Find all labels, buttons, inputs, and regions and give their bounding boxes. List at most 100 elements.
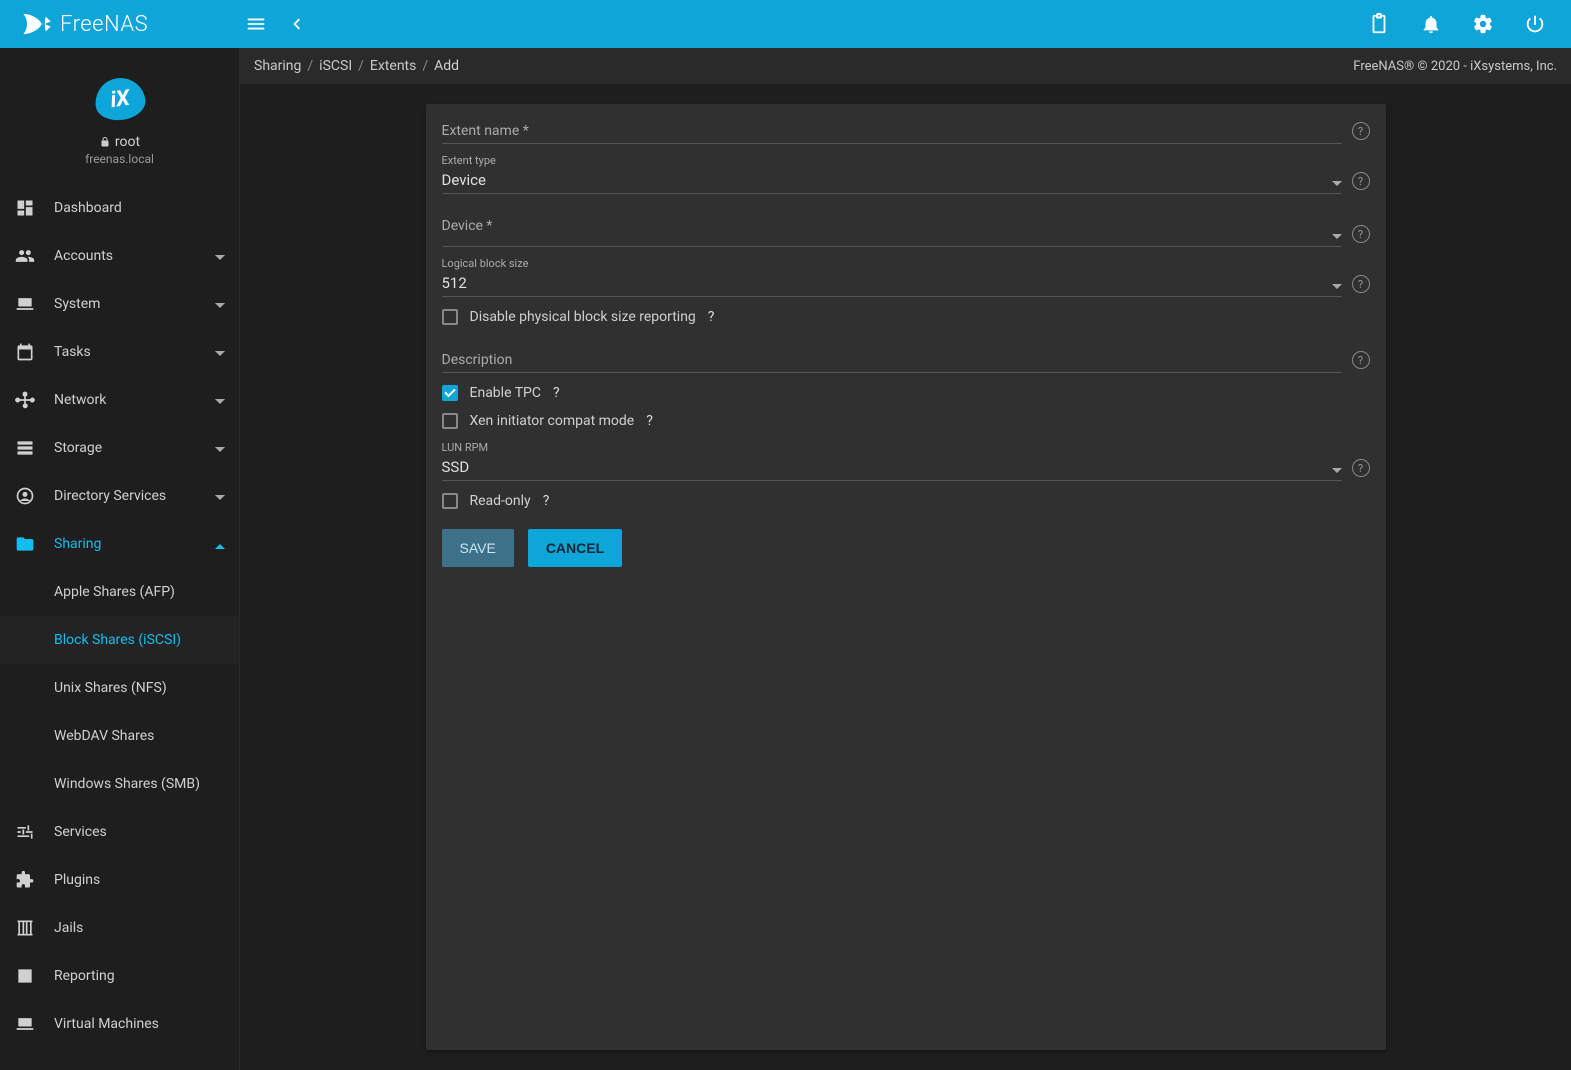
device-select[interactable]: [442, 238, 1342, 247]
enable-tpc-label: Enable TPC: [470, 385, 542, 401]
sidebar-item-label: Tasks: [54, 344, 197, 360]
account-user-label: root: [115, 134, 140, 150]
chart-icon: [14, 965, 36, 987]
sidebar-item-label: Jails: [54, 920, 225, 936]
breadcrumb: Sharing / iSCSI / Extents / Add FreeNAS®…: [240, 48, 1571, 84]
settings-icon[interactable]: [1467, 8, 1499, 40]
disable-pbs-label: Disable physical block size reporting: [470, 309, 696, 325]
help-icon[interactable]: ?: [1352, 459, 1370, 477]
read-only-label: Read-only: [470, 493, 531, 509]
sidebar-item-reporting[interactable]: Reporting: [0, 952, 239, 1000]
menu-toggle-icon[interactable]: [240, 8, 272, 40]
logical-block-size-label: Logical block size: [442, 257, 1342, 270]
sidebar-item-directory-services[interactable]: Directory Services: [0, 472, 239, 520]
sidebar-item-system[interactable]: System: [0, 280, 239, 328]
sidebar-item-label: Plugins: [54, 872, 225, 888]
freenas-logo-icon: [12, 7, 52, 41]
power-icon[interactable]: [1519, 8, 1551, 40]
enable-tpc-checkbox[interactable]: [442, 385, 458, 401]
chevron-left-icon[interactable]: [280, 8, 312, 40]
sidebar-sub-webdav-shares[interactable]: WebDAV Shares: [0, 712, 239, 760]
help-icon[interactable]: ?: [553, 385, 560, 401]
help-icon[interactable]: ?: [708, 309, 715, 325]
breadcrumb-extents[interactable]: Extents: [370, 58, 416, 74]
sidebar-item-virtual-machines[interactable]: Virtual Machines: [0, 1000, 239, 1048]
chevron-up-icon: [215, 539, 225, 549]
contacts-icon: [14, 485, 36, 507]
sidebar-item-label: Storage: [54, 440, 197, 456]
help-icon[interactable]: ?: [1352, 275, 1370, 293]
lun-rpm-label: LUN RPM: [442, 441, 1342, 454]
help-icon[interactable]: ?: [1352, 351, 1370, 369]
sidebar-item-label: Services: [54, 824, 225, 840]
form-card: Extent name * ? Extent type Device ?: [426, 104, 1386, 1050]
product-name: FreeNAS: [60, 12, 148, 37]
extension-icon: [14, 869, 36, 891]
xen-compat-checkbox[interactable]: [442, 413, 458, 429]
sidebar-sub-apple-shares[interactable]: Apple Shares (AFP): [0, 568, 239, 616]
sidebar: iX root freenas.local Dashboard Accounts…: [0, 48, 240, 1070]
ix-logo-icon: iX: [92, 75, 147, 124]
extent-type-select[interactable]: Device: [442, 167, 1342, 194]
top-header: FreeNAS: [0, 0, 1571, 48]
help-icon[interactable]: ?: [1352, 225, 1370, 243]
sidebar-item-tasks[interactable]: Tasks: [0, 328, 239, 376]
description-label: Description: [442, 352, 1342, 373]
copyright: FreeNAS® © 2020 - iXsystems, Inc.: [1353, 59, 1557, 74]
help-icon[interactable]: ?: [543, 493, 550, 509]
chevron-down-icon: [215, 251, 225, 261]
lock-icon: [99, 136, 111, 148]
sidebar-item-dashboard[interactable]: Dashboard: [0, 184, 239, 232]
device-label: Device *: [442, 218, 1342, 238]
people-icon: [14, 245, 36, 267]
sidebar-item-label: Accounts: [54, 248, 197, 264]
notifications-icon[interactable]: [1415, 8, 1447, 40]
save-button[interactable]: SAVE: [442, 529, 514, 567]
breadcrumb-sharing[interactable]: Sharing: [254, 58, 301, 74]
sidebar-item-label: Sharing: [54, 536, 197, 552]
sidebar-sub-unix-shares[interactable]: Unix Shares (NFS): [0, 664, 239, 712]
chevron-down-icon: [215, 443, 225, 453]
clipboard-icon[interactable]: [1363, 8, 1395, 40]
account-user: root: [99, 134, 140, 150]
cancel-button[interactable]: CANCEL: [528, 529, 622, 567]
logical-block-size-select[interactable]: 512: [442, 270, 1342, 297]
extent-type-label: Extent type: [442, 154, 1342, 167]
tune-icon: [14, 821, 36, 843]
sidebar-item-storage[interactable]: Storage: [0, 424, 239, 472]
xen-compat-label: Xen initiator compat mode: [470, 413, 635, 429]
sidebar-sub-windows-shares[interactable]: Windows Shares (SMB): [0, 760, 239, 808]
help-icon[interactable]: ?: [1352, 122, 1370, 140]
laptop-icon: [14, 1013, 36, 1035]
sidebar-item-network[interactable]: Network: [0, 376, 239, 424]
dashboard-icon: [14, 197, 36, 219]
sidebar-item-label: Reporting: [54, 968, 225, 984]
read-only-checkbox[interactable]: [442, 493, 458, 509]
disable-pbs-checkbox[interactable]: [442, 309, 458, 325]
chevron-down-icon: [215, 395, 225, 405]
breadcrumb-add: Add: [434, 58, 459, 74]
sidebar-item-label: System: [54, 296, 197, 312]
lun-rpm-select[interactable]: SSD: [442, 454, 1342, 481]
sidebar-item-accounts[interactable]: Accounts: [0, 232, 239, 280]
sidebar-item-label: Virtual Machines: [54, 1016, 225, 1032]
sidebar-sub-block-shares[interactable]: Block Shares (iSCSI): [0, 616, 239, 664]
chevron-down-icon: [215, 347, 225, 357]
dropdown-arrow-icon: [1332, 234, 1342, 239]
chevron-down-icon: [215, 299, 225, 309]
sidebar-item-sharing[interactable]: Sharing: [0, 520, 239, 568]
storage-icon: [14, 437, 36, 459]
jail-icon: [14, 917, 36, 939]
account-host: freenas.local: [85, 152, 154, 166]
sidebar-item-plugins[interactable]: Plugins: [0, 856, 239, 904]
sidebar-item-label: Directory Services: [54, 488, 197, 504]
help-icon[interactable]: ?: [646, 413, 653, 429]
sidebar-item-jails[interactable]: Jails: [0, 904, 239, 952]
help-icon[interactable]: ?: [1352, 172, 1370, 190]
dropdown-arrow-icon: [1332, 468, 1342, 473]
sidebar-item-services[interactable]: Services: [0, 808, 239, 856]
chevron-down-icon: [215, 491, 225, 501]
logo-area: FreeNAS: [12, 7, 240, 41]
breadcrumb-iscsi[interactable]: iSCSI: [319, 58, 352, 74]
sidebar-item-label: Dashboard: [54, 200, 225, 216]
